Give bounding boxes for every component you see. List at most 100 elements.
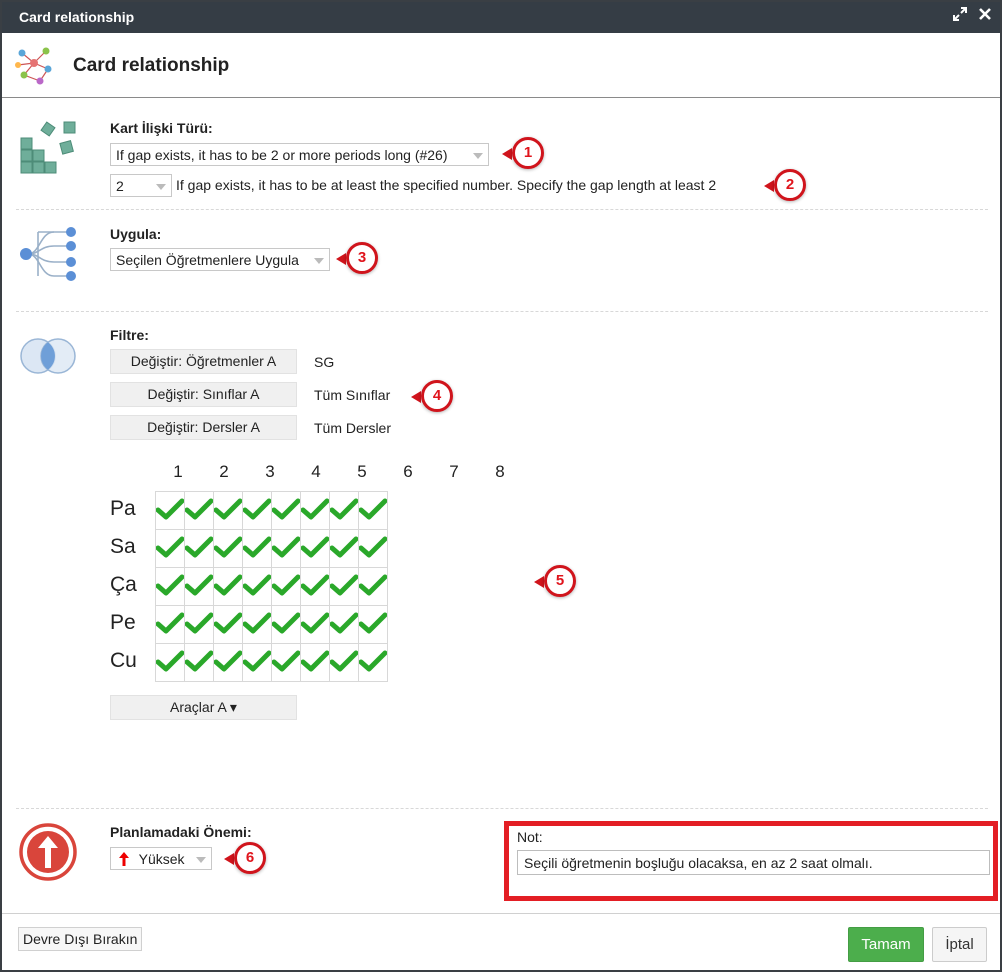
checkmark-icon [184,612,214,634]
grid-cell[interactable] [184,529,214,568]
period-column-header[interactable]: 7 [431,462,477,482]
apply-select[interactable]: Seçilen Öğretmenlere Uygula [110,248,330,271]
grid-cell[interactable] [155,529,185,568]
change-teachers-button[interactable]: Değiştir: Öğretmenler A [110,349,297,374]
grid-cell[interactable] [300,567,330,606]
grid-cell[interactable] [213,605,243,644]
grid-cell[interactable] [271,529,301,568]
title-bar[interactable]: Card relationship [2,2,1000,33]
grid-cell[interactable] [329,643,359,682]
disable-button[interactable]: Devre Dışı Bırakın [18,927,143,951]
chevron-down-icon [156,184,166,190]
day-row-header[interactable]: Pa [110,497,136,521]
grid-cell[interactable] [155,605,185,644]
grid-cell[interactable] [300,491,330,530]
checkmark-icon [271,536,301,558]
checkmark-icon [155,536,185,558]
subjects-filter-value: Tüm Dersler [314,420,392,436]
checkmark-icon [271,650,301,672]
ok-button[interactable]: Tamam [848,927,924,962]
grid-cell[interactable] [184,605,214,644]
grid-cell[interactable] [358,491,388,530]
grid-cell[interactable] [358,605,388,644]
period-column-header[interactable]: 6 [385,462,431,482]
day-row-header[interactable]: Ça [110,573,137,597]
grid-cell[interactable] [300,529,330,568]
grid-cell[interactable] [242,529,272,568]
filter-label: Filtre: [110,327,149,343]
grid-cell[interactable] [329,567,359,606]
checkmark-icon [242,650,272,672]
grid-cell[interactable] [271,605,301,644]
grid-cell[interactable] [300,643,330,682]
period-column-header[interactable]: 2 [201,462,247,482]
checkmark-icon [329,498,359,520]
period-column-header[interactable]: 5 [339,462,385,482]
grid-cell[interactable] [358,643,388,682]
chevron-down-icon [196,857,206,863]
grid-cell[interactable] [358,529,388,568]
checkmark-icon [300,650,330,672]
importance-select[interactable]: Yüksek [110,847,212,870]
tools-dropdown-button[interactable]: Araçlar A ▾ [110,695,297,720]
grid-cell[interactable] [155,491,185,530]
apply-label: Uygula: [110,226,162,242]
grid-cell[interactable] [242,643,272,682]
checkmark-icon [300,612,330,634]
grid-cell[interactable] [242,491,272,530]
dialog-window: Card relationship Card relationship Kart… [0,0,1002,972]
day-row-header[interactable]: Pe [110,611,136,635]
checkmark-icon [358,498,388,520]
day-row-header[interactable]: Cu [110,649,137,673]
day-row-header[interactable]: Sa [110,535,136,559]
teachers-filter-value: SG [314,354,335,370]
checkmark-icon [358,536,388,558]
grid-cell[interactable] [184,491,214,530]
period-column-header[interactable]: 3 [247,462,293,482]
change-classes-button[interactable]: Değiştir: Sınıflar A [110,382,297,407]
grid-cell[interactable] [213,567,243,606]
period-column-header[interactable]: 4 [293,462,339,482]
note-input[interactable] [517,850,990,875]
grid-cell[interactable] [300,605,330,644]
grid-cell[interactable] [242,567,272,606]
grid-cell[interactable] [329,605,359,644]
cancel-button[interactable]: İptal [932,927,987,962]
period-column-header[interactable]: 1 [155,462,201,482]
grid-row [155,643,388,682]
checkmark-icon [155,612,185,634]
change-subjects-button[interactable]: Değiştir: Dersler A [110,415,297,440]
grid-cell[interactable] [213,529,243,568]
grid-cell[interactable] [213,491,243,530]
grid-cell[interactable] [184,643,214,682]
close-icon[interactable] [978,7,992,27]
grid-cell[interactable] [329,491,359,530]
grid-row [155,605,388,644]
grid-cell[interactable] [184,567,214,606]
grid-cell[interactable] [155,643,185,682]
grid-cell[interactable] [358,567,388,606]
checkmark-icon [358,574,388,596]
tree-branch-icon [18,224,80,285]
chevron-down-icon [473,153,483,159]
grid-cell[interactable] [271,567,301,606]
importance-value: Yüksek [138,851,185,867]
grid-cell[interactable] [155,567,185,606]
grid-cell[interactable] [271,491,301,530]
gap-number-select[interactable]: 2 [110,174,172,197]
grid-cell[interactable] [271,643,301,682]
grid-cell[interactable] [213,643,243,682]
relation-type-select[interactable]: If gap exists, it has to be 2 or more pe… [110,143,489,166]
grid-row [155,567,388,606]
expand-icon[interactable] [953,7,967,27]
period-column-header[interactable]: 8 [477,462,523,482]
checkmark-icon [184,574,214,596]
venn-diagram-icon [16,336,80,379]
grid-cell[interactable] [329,529,359,568]
arrow-up-circle-icon [18,822,78,885]
checkmark-icon [213,536,243,558]
checkmark-icon [271,574,301,596]
gap-number-value: 2 [116,178,124,194]
checkmark-icon [329,536,359,558]
grid-cell[interactable] [242,605,272,644]
